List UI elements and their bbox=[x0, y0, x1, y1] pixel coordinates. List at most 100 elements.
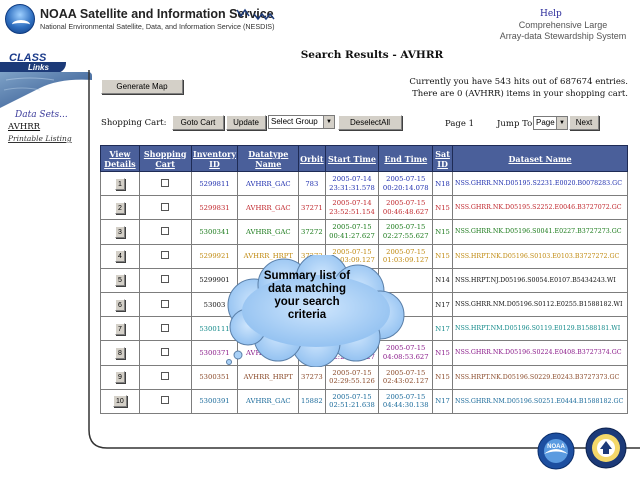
view-details-cell: 3 bbox=[100, 219, 140, 245]
view-details-button[interactable]: 3 bbox=[114, 225, 125, 238]
orbit-cell: 15882 bbox=[298, 388, 326, 414]
start-time-cell: 2005-07-15 02:51:21.638 bbox=[324, 388, 380, 414]
add-to-cart-checkbox[interactable] bbox=[161, 396, 170, 405]
inventory-id-cell: 5300391 bbox=[190, 388, 239, 414]
view-details-cell: 2 bbox=[100, 195, 140, 221]
end-clock: 02:27:55.627 bbox=[382, 231, 429, 240]
orbit-cell: 37271 bbox=[298, 195, 326, 221]
column-header-start-time[interactable]: Start Time bbox=[324, 145, 380, 172]
add-to-cart-checkbox[interactable] bbox=[161, 372, 170, 381]
jump-to-label: Jump To bbox=[497, 119, 533, 129]
callout-line-4: criteria bbox=[287, 309, 327, 321]
table-row: 9 5300351 AVHRR_HRPT 37273 2005-07-15 02:29:5… bbox=[100, 364, 628, 390]
callout-text: Summary list of data matching your searc… bbox=[232, 270, 382, 322]
shopping-cart-label: Shopping Cart: bbox=[101, 118, 167, 128]
shopping-cart-cell bbox=[138, 267, 192, 293]
shopping-cart-cell bbox=[138, 340, 192, 366]
datatype-name-cell: AVHRR_GAC bbox=[237, 195, 300, 221]
column-header-end-time[interactable]: End Time bbox=[378, 145, 434, 172]
column-header-sat-id[interactable]: Sat ID bbox=[432, 145, 454, 172]
end-clock: 00:20:14.078 bbox=[382, 183, 429, 192]
add-to-cart-checkbox[interactable] bbox=[161, 178, 170, 187]
next-page-button[interactable]: Next bbox=[569, 115, 599, 130]
view-details-cell: 9 bbox=[100, 364, 140, 390]
add-to-cart-checkbox[interactable] bbox=[161, 299, 170, 308]
view-details-cell: 6 bbox=[100, 291, 140, 318]
end-date: 2005-07-15 bbox=[386, 392, 426, 401]
dropdown-arrow-icon[interactable]: ▼ bbox=[323, 116, 334, 128]
start-date: 2005-07-15 bbox=[332, 392, 372, 401]
sat-id-cell: N17 bbox=[432, 316, 454, 342]
goto-cart-button[interactable]: Goto Cart bbox=[172, 115, 224, 130]
page-select-dropdown[interactable]: Page ▼ bbox=[533, 116, 568, 130]
view-details-button[interactable]: 2 bbox=[114, 201, 125, 214]
view-details-cell: 10 bbox=[100, 388, 140, 414]
end-date: 2005-07-15 bbox=[386, 199, 426, 208]
noaa-logo: NOAA bbox=[537, 432, 575, 470]
printable-listing-link[interactable]: Printable Listing bbox=[8, 134, 88, 143]
sat-id-cell: N15 bbox=[432, 243, 454, 269]
sat-id-cell: N15 bbox=[432, 195, 454, 221]
table-header-row: View Details Shopping Cart Inventory ID … bbox=[100, 145, 628, 172]
datatype-name-cell: AVHRR_GAC bbox=[237, 388, 300, 414]
column-header-view-details[interactable]: View Details bbox=[100, 145, 140, 172]
view-details-button[interactable]: 5 bbox=[114, 274, 125, 287]
current-page-label: Page 1 bbox=[445, 119, 474, 129]
noaa-logo-small[interactable] bbox=[5, 4, 35, 34]
dataset-name-cell: NSS.HRPT.NK.D05196.S0103.E0103.B3727272.… bbox=[452, 243, 628, 269]
select-group-value: Select Group bbox=[271, 117, 318, 126]
end-time-cell: 2005-07-15 00:46:48.627 bbox=[378, 195, 434, 221]
column-header-orbit[interactable]: Orbit bbox=[298, 145, 326, 172]
deselect-all-button[interactable]: DeselectAll bbox=[338, 115, 402, 130]
update-button[interactable]: Update bbox=[226, 115, 266, 130]
start-clock: 02:51:21.638 bbox=[329, 401, 375, 410]
sat-id-cell: N18 bbox=[432, 170, 454, 197]
shopping-cart-cell bbox=[138, 170, 192, 197]
view-details-button[interactable]: 1 bbox=[114, 177, 125, 190]
shopping-cart-cell bbox=[138, 388, 192, 414]
view-details-button[interactable]: 10 bbox=[113, 395, 127, 408]
dropdown-arrow-icon[interactable]: ▼ bbox=[556, 117, 567, 129]
add-to-cart-checkbox[interactable] bbox=[161, 226, 170, 235]
view-details-button[interactable]: 7 bbox=[114, 322, 125, 335]
department-of-commerce-seal bbox=[585, 427, 627, 469]
view-details-button[interactable]: 6 bbox=[114, 298, 125, 311]
sat-id-cell: N17 bbox=[432, 388, 454, 414]
datatype-name-cell: AVHRR_GAC bbox=[237, 219, 300, 245]
help-link[interactable]: Help bbox=[540, 9, 562, 19]
start-clock: 02:29:55.126 bbox=[329, 377, 375, 386]
column-header-shopping-cart[interactable]: Shopping Cart bbox=[138, 145, 192, 172]
table-row: 3 5300341 AVHRR_GAC 37272 2005-07-15 00:41:27… bbox=[100, 219, 628, 245]
site-header: NOAA Satellite and Information Service N… bbox=[0, 0, 640, 48]
view-details-button[interactable]: 4 bbox=[114, 250, 125, 263]
add-to-cart-checkbox[interactable] bbox=[161, 347, 170, 356]
view-details-button[interactable]: 9 bbox=[114, 371, 125, 384]
generate-map-button[interactable]: Generate Map bbox=[101, 79, 183, 94]
dataset-name-cell: NSS.HRPT.NK.D05196.S0229.E0243.B3727373.… bbox=[452, 364, 628, 390]
inventory-id-cell: 5300351 bbox=[190, 364, 239, 390]
page-title: Search Results - AVHRR bbox=[300, 49, 444, 61]
add-to-cart-checkbox[interactable] bbox=[161, 275, 170, 284]
column-header-datatype-name[interactable]: Datatype Name bbox=[237, 145, 300, 172]
dataset-name-cell: NSS.GHRR.NK.D05196.S0041.E0227.B3727273.… bbox=[452, 219, 628, 245]
add-to-cart-checkbox[interactable] bbox=[161, 323, 170, 332]
callout-line-3: your search bbox=[274, 296, 340, 308]
select-group-dropdown[interactable]: Select Group ▼ bbox=[268, 115, 335, 129]
column-header-inventory-id[interactable]: Inventory ID bbox=[190, 145, 239, 172]
view-details-button[interactable]: 8 bbox=[114, 346, 125, 359]
end-time-cell: 2005-07-15 02:27:55.627 bbox=[378, 219, 434, 245]
add-to-cart-checkbox[interactable] bbox=[161, 202, 170, 211]
add-to-cart-checkbox[interactable] bbox=[161, 251, 170, 260]
table-row: 1 5299811 AVHRR_GAC 783 2005-07-14 23:31:31.5… bbox=[100, 170, 628, 197]
shopping-cart-cell bbox=[138, 316, 192, 342]
start-time-cell: 2005-07-14 23:31:31.578 bbox=[324, 170, 380, 197]
shopping-cart-cell bbox=[138, 243, 192, 269]
orbit-cell: 37273 bbox=[298, 364, 326, 390]
end-time-cell: 2005-07-15 02:43:02.127 bbox=[378, 364, 434, 390]
view-details-cell: 7 bbox=[100, 316, 140, 342]
column-header-dataset-name[interactable]: Dataset Name bbox=[452, 145, 628, 172]
dataset-name-cell: NSS.GHRR.NM.D05196.S0251.E0444.B1588182.… bbox=[452, 388, 628, 414]
start-clock: 23:52:51.154 bbox=[329, 207, 375, 216]
dataset-link-avhrr[interactable]: AVHRR bbox=[8, 122, 88, 132]
start-clock: 00:41:27.627 bbox=[329, 231, 375, 240]
